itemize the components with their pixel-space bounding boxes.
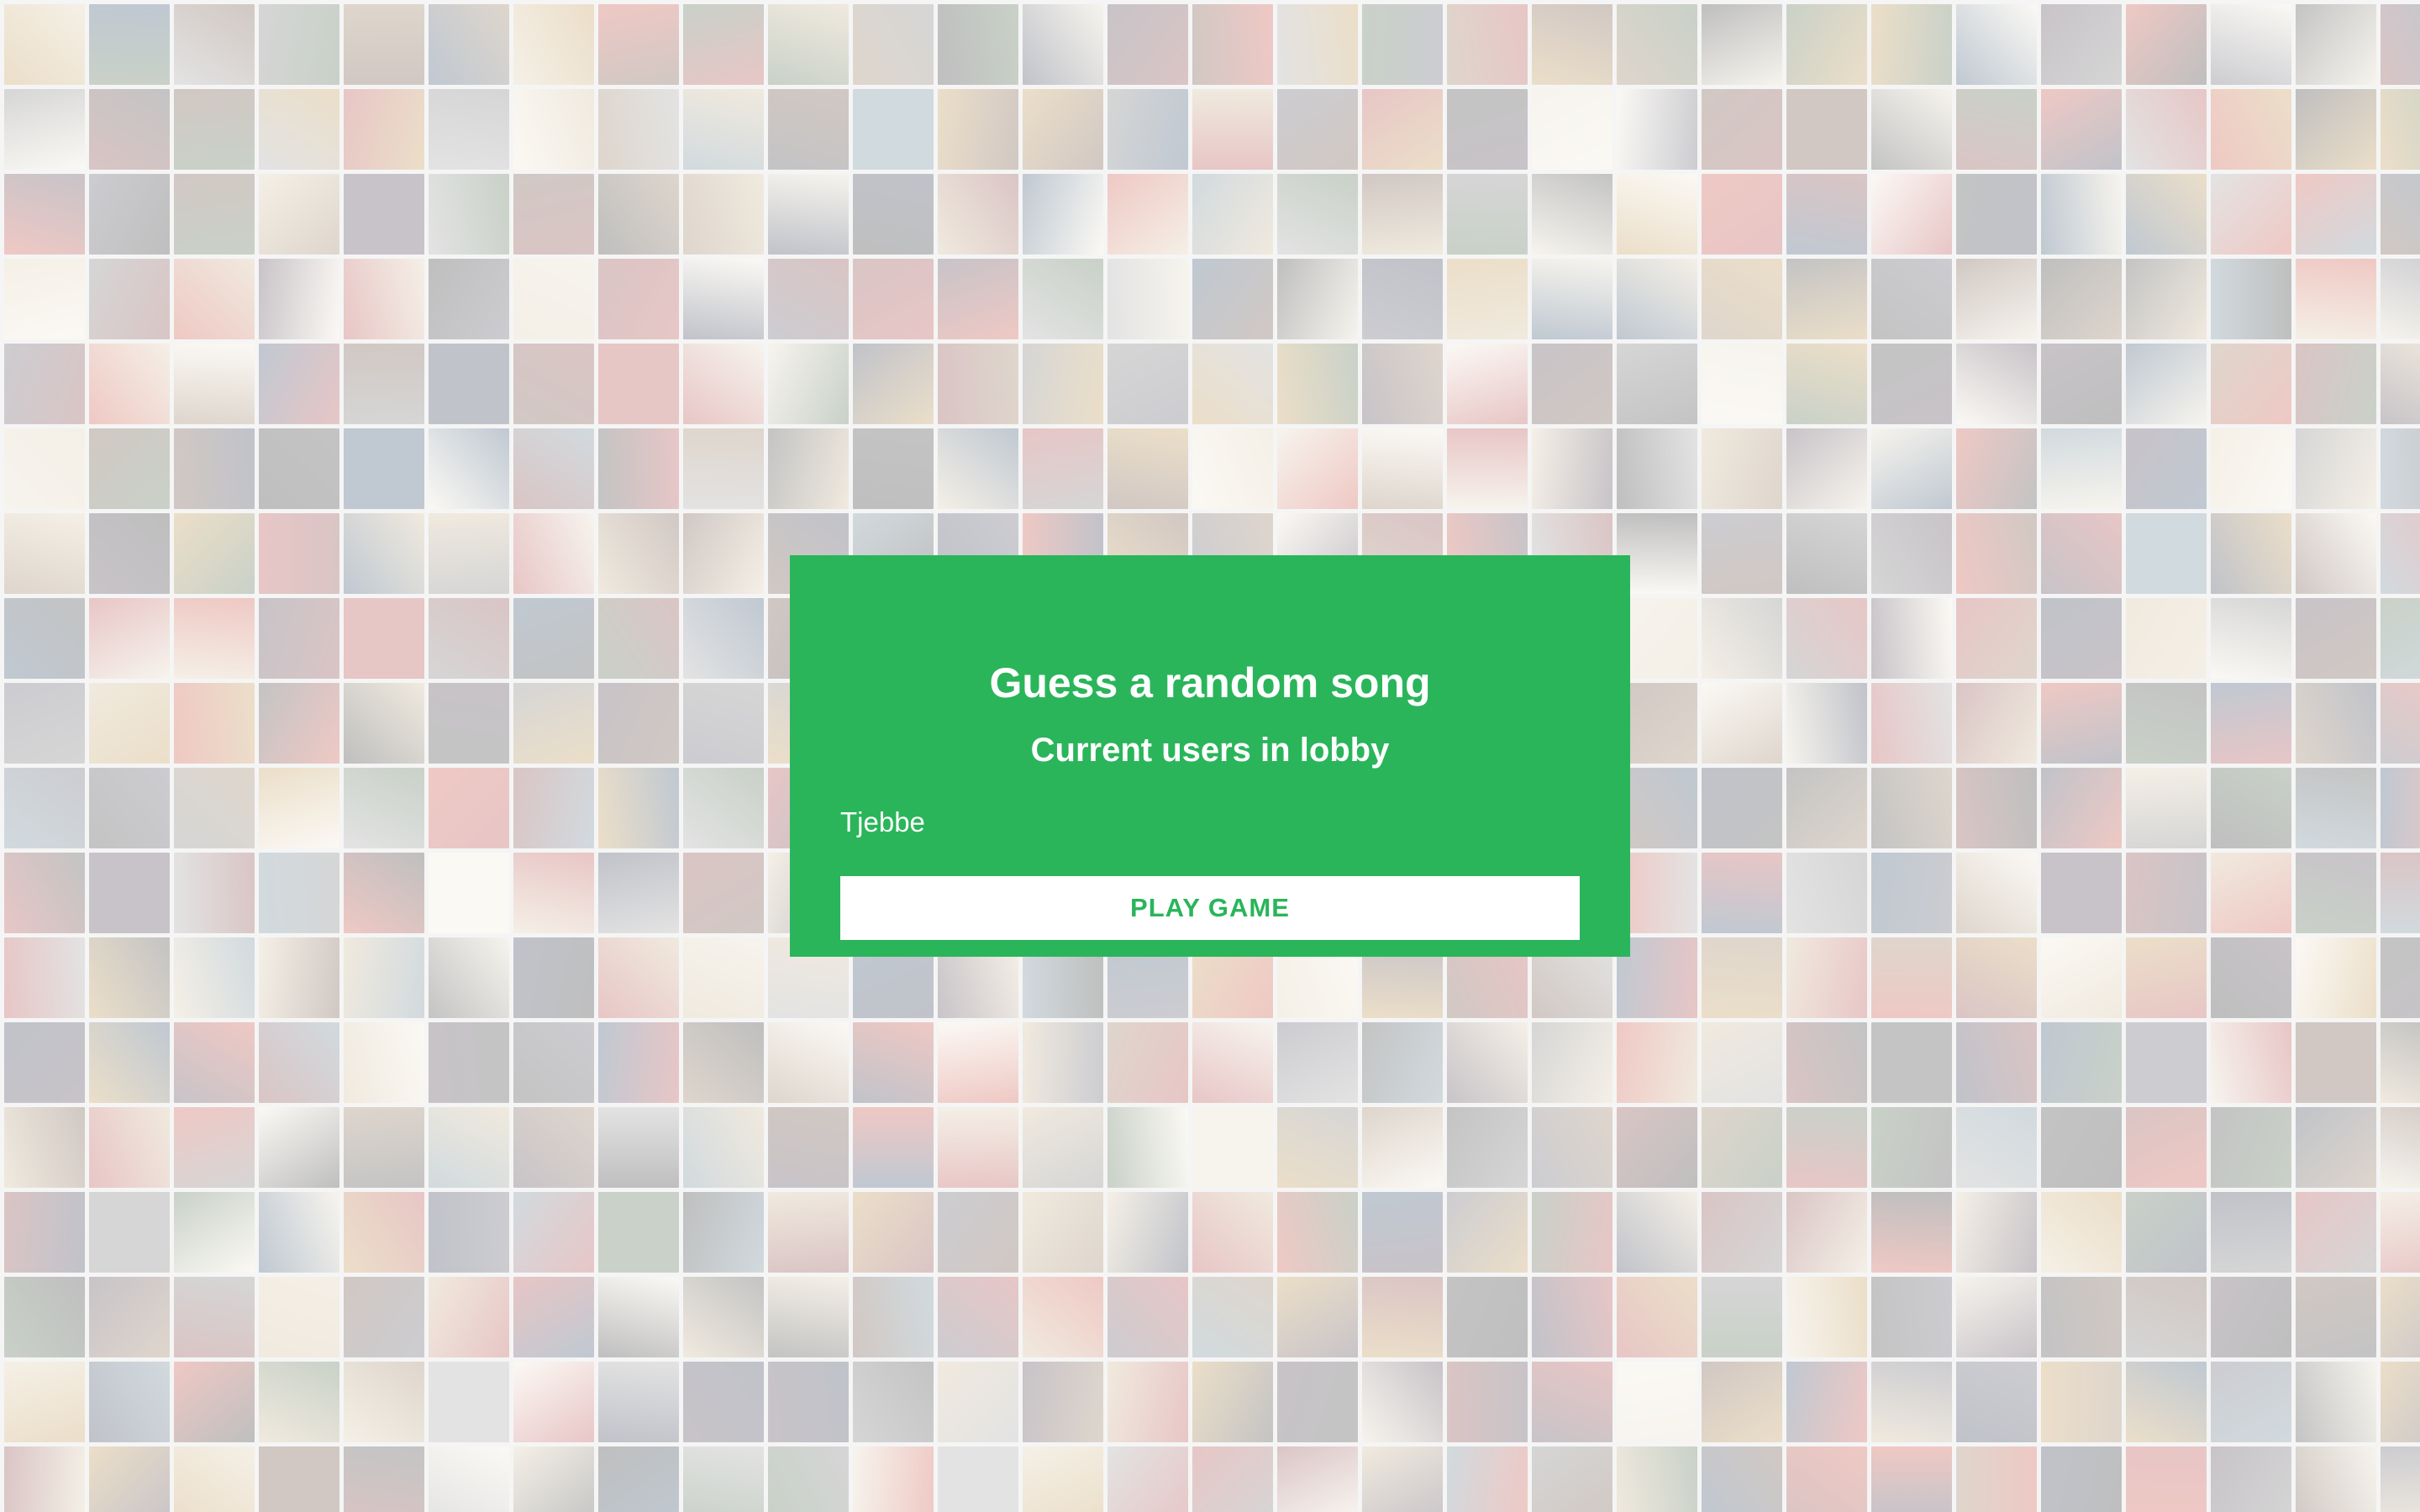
play-game-button[interactable]: PLAY GAME: [840, 876, 1580, 940]
page-title: Guess a random song: [989, 659, 1431, 706]
lobby-panel: Guess a random song Current users in lob…: [790, 555, 1630, 957]
lobby-user-list: Tjebbe: [840, 806, 1580, 839]
lobby-users-heading: Current users in lobby: [1030, 732, 1390, 769]
lobby-user: Tjebbe: [840, 806, 925, 837]
